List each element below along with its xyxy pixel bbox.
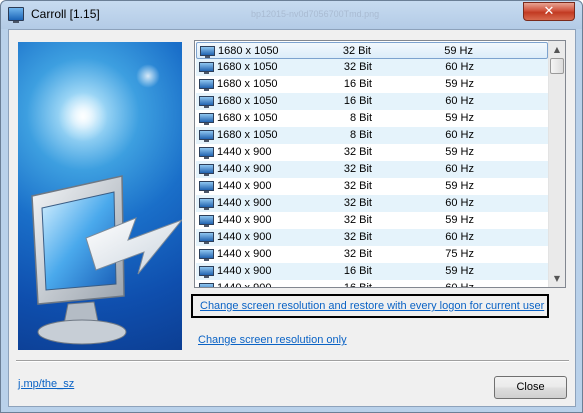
monitor-icon (199, 79, 214, 91)
monitor-illustration (18, 42, 182, 350)
resolution-value: 1440 x 900 (217, 282, 272, 288)
monitor-icon (200, 46, 215, 58)
color-depth-value: 32 Bit (343, 214, 372, 226)
change-resolution-only-link[interactable]: Change screen resolution only (198, 334, 347, 346)
monitor-icon (199, 215, 214, 227)
monitor-icon (199, 62, 214, 74)
refresh-rate-value: 59 Hz (445, 112, 474, 124)
monitor-icon (199, 198, 214, 210)
monitor-arrow-graphic (31, 175, 182, 345)
scroll-down-arrow-icon[interactable]: ▼ (549, 270, 565, 287)
refresh-rate-value: 60 Hz (445, 282, 474, 288)
dialog-client-area: 1680 x 1050 32 Bit 59 Hz 1680 x 1050 32 Bit 6… (8, 29, 576, 407)
resolution-row[interactable]: 1680 x 1050 32 Bit 60 Hz (196, 59, 548, 76)
resolution-row[interactable]: 1440 x 900 16 Bit 60 Hz (196, 280, 548, 288)
monitor-icon (199, 147, 214, 159)
resolution-value: 1680 x 1050 (217, 112, 278, 124)
color-depth-value: 16 Bit (343, 95, 372, 107)
resolution-row[interactable]: 1440 x 900 32 Bit 59 Hz (196, 144, 548, 161)
resolution-row[interactable]: 1680 x 1050 16 Bit 59 Hz (196, 76, 548, 93)
resolution-list[interactable]: 1680 x 1050 32 Bit 59 Hz 1680 x 1050 32 Bit 6… (194, 40, 566, 288)
color-depth-value: 16 Bit (343, 282, 372, 288)
footer-divider (16, 360, 569, 362)
monitor-icon (199, 130, 214, 142)
resolution-row[interactable]: 1440 x 900 32 Bit 60 Hz (196, 195, 548, 212)
monitor-icon (199, 266, 214, 278)
resolution-value: 1680 x 1050 (217, 95, 278, 107)
resolution-row[interactable]: 1440 x 900 32 Bit 75 Hz (196, 246, 548, 263)
resolution-row[interactable]: 1680 x 1050 32 Bit 59 Hz (196, 42, 548, 59)
dialog-window: Carroll [1.15] bp12015-nv0d7056700Tmd.pn… (0, 0, 583, 413)
monitor-icon (199, 113, 214, 125)
resolution-value: 1440 x 900 (217, 214, 272, 226)
resolution-row[interactable]: 1680 x 1050 8 Bit 59 Hz (196, 110, 548, 127)
refresh-rate-value: 60 Hz (445, 129, 474, 141)
refresh-rate-value: 59 Hz (445, 146, 474, 158)
refresh-rate-value: 59 Hz (445, 214, 474, 226)
resolution-value: 1680 x 1050 (217, 78, 278, 90)
close-icon: ✕ (543, 4, 555, 19)
background-window-title: bp12015-nv0d7056700Tmd.png (251, 9, 380, 19)
color-depth-value: 32 Bit (343, 163, 372, 175)
scroll-thumb[interactable] (550, 58, 564, 74)
color-depth-value: 32 Bit (343, 197, 372, 209)
resolution-row[interactable]: 1680 x 1050 8 Bit 60 Hz (196, 127, 548, 144)
refresh-rate-value: 75 Hz (445, 248, 474, 260)
resolution-row[interactable]: 1440 x 900 32 Bit 59 Hz (196, 178, 548, 195)
color-depth-value: 8 Bit (349, 112, 372, 124)
website-link[interactable]: j.mp/the_sz (18, 378, 74, 390)
resolution-value: 1440 x 900 (217, 180, 272, 192)
refresh-rate-value: 60 Hz (445, 95, 474, 107)
color-depth-value: 32 Bit (343, 180, 372, 192)
color-depth-value: 16 Bit (343, 265, 372, 277)
color-depth-value: 8 Bit (349, 129, 372, 141)
resolution-rows: 1680 x 1050 32 Bit 59 Hz 1680 x 1050 32 Bit 6… (196, 42, 548, 288)
restore-option-highlight: Change screen resolution and restore wit… (191, 294, 549, 318)
resolution-value: 1680 x 1050 (218, 45, 279, 57)
refresh-rate-value: 59 Hz (445, 265, 474, 277)
resolution-value: 1440 x 900 (217, 163, 272, 175)
monitor-icon (199, 283, 214, 287)
close-button[interactable]: Close (494, 376, 567, 399)
close-window-button[interactable]: ✕ (523, 2, 575, 21)
monitor-icon (199, 249, 214, 261)
resolution-value: 1440 x 900 (217, 248, 272, 260)
monitor-icon (199, 164, 214, 176)
resolution-value: 1680 x 1050 (217, 129, 278, 141)
refresh-rate-value: 60 Hz (445, 197, 474, 209)
change-resolution-restore-link[interactable]: Change screen resolution and restore wit… (200, 300, 544, 312)
refresh-rate-value: 60 Hz (445, 163, 474, 175)
resolution-row[interactable]: 1440 x 900 16 Bit 59 Hz (196, 263, 548, 280)
resolution-value: 1440 x 900 (217, 146, 272, 158)
resolution-row[interactable]: 1440 x 900 32 Bit 59 Hz (196, 212, 548, 229)
color-depth-value: 32 Bit (343, 248, 372, 260)
resolution-value: 1440 x 900 (217, 197, 272, 209)
resolution-value: 1680 x 1050 (217, 61, 278, 73)
refresh-rate-value: 60 Hz (445, 231, 474, 243)
window-title: Carroll [1.15] (31, 7, 100, 21)
color-depth-value: 32 Bit (343, 61, 372, 73)
refresh-rate-value: 59 Hz (445, 180, 474, 192)
scroll-up-arrow-icon[interactable]: ▲ (549, 41, 565, 58)
resolution-row[interactable]: 1440 x 900 32 Bit 60 Hz (196, 229, 548, 246)
resolution-row[interactable]: 1440 x 900 32 Bit 60 Hz (196, 161, 548, 178)
monitor-base-shape (37, 319, 127, 345)
color-depth-value: 32 Bit (343, 231, 372, 243)
color-depth-value: 16 Bit (343, 78, 372, 90)
monitor-app-icon (8, 7, 24, 23)
monitor-icon (199, 96, 214, 108)
resolution-value: 1440 x 900 (217, 265, 272, 277)
color-depth-value: 32 Bit (342, 45, 371, 57)
monitor-icon (199, 232, 214, 244)
resolution-value: 1440 x 900 (217, 231, 272, 243)
monitor-icon (199, 181, 214, 193)
refresh-rate-value: 60 Hz (445, 61, 474, 73)
color-depth-value: 32 Bit (343, 146, 372, 158)
refresh-rate-value: 59 Hz (445, 78, 474, 90)
vertical-scrollbar[interactable]: ▲ ▼ (548, 41, 565, 287)
resolution-row[interactable]: 1680 x 1050 16 Bit 60 Hz (196, 93, 548, 110)
refresh-rate-value: 59 Hz (444, 45, 473, 57)
title-bar[interactable]: Carroll [1.15] bp12015-nv0d7056700Tmd.pn… (1, 1, 582, 29)
